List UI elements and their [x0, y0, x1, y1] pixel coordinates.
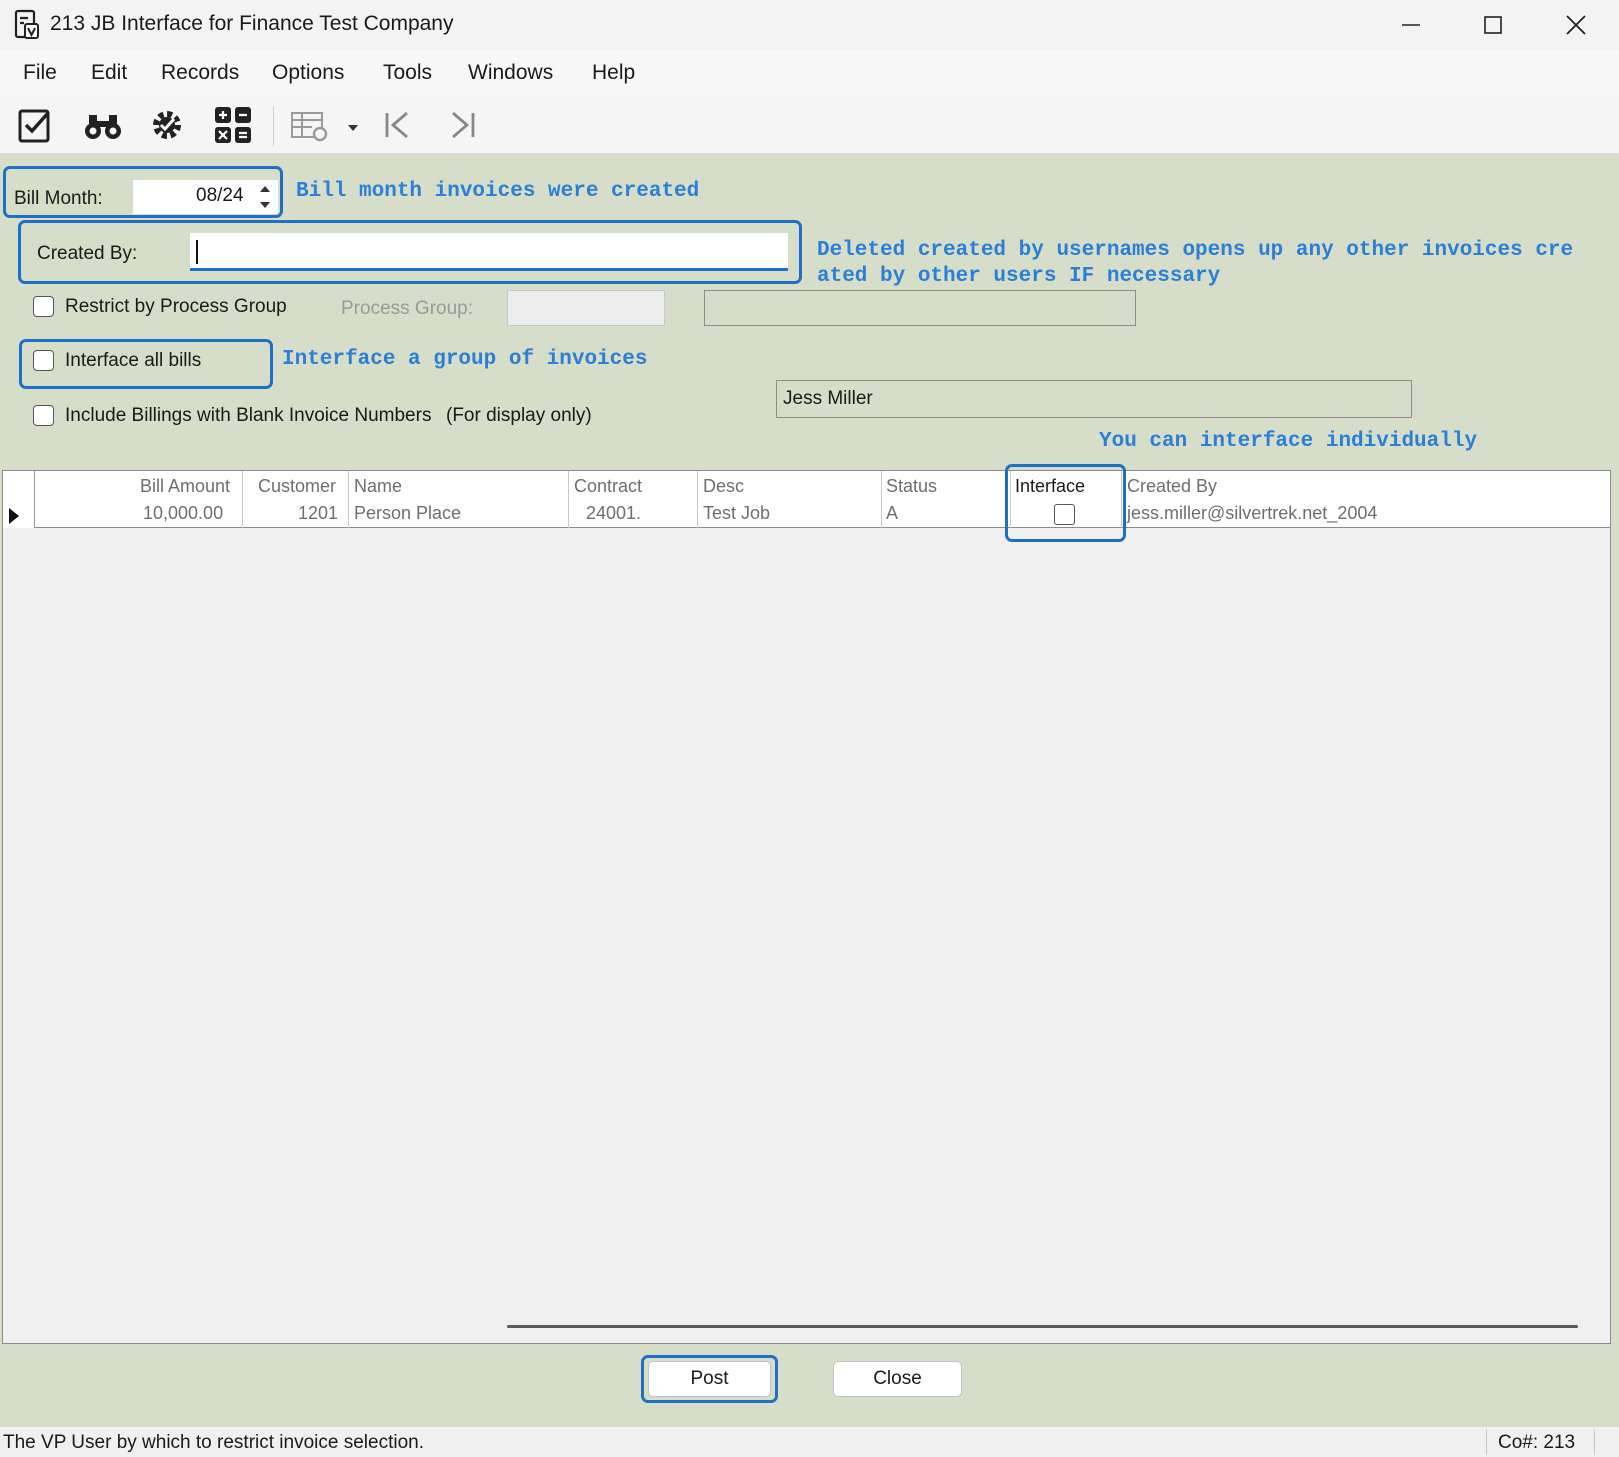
dropdown-arrow-icon[interactable]	[347, 117, 359, 139]
annotation-individual: You can interface individually	[1099, 430, 1478, 453]
settings-gear-icon	[153, 111, 181, 139]
minimize-icon	[1402, 24, 1420, 26]
menu-options[interactable]: Options	[272, 61, 344, 85]
last-record-button[interactable]	[441, 103, 485, 147]
interface-all-label: Interface all bills	[65, 350, 202, 371]
interface-column-highlight	[1005, 464, 1126, 542]
restrict-process-group-label: Restrict by Process Group	[65, 296, 287, 317]
menu-edit[interactable]: Edit	[91, 61, 127, 85]
edit-check-icon	[18, 109, 50, 143]
status-separator	[1486, 1429, 1487, 1455]
cell-status[interactable]: A	[886, 503, 898, 524]
window-title: 213 JB Interface for Finance Test Compan…	[50, 12, 454, 35]
horizontal-scrollbar[interactable]	[507, 1325, 1578, 1328]
include-blank-label: Include Billings with Blank Invoice Numb…	[65, 405, 432, 426]
edit-check-button[interactable]	[15, 103, 59, 147]
status-separator	[1594, 1429, 1595, 1455]
annotation-bill-month: Bill month invoices were created	[296, 180, 700, 203]
grid-col-line	[242, 471, 243, 528]
maximize-icon	[1484, 16, 1502, 34]
last-record-icon	[452, 111, 475, 139]
bill-month-value: 08/24	[196, 185, 244, 206]
binoculars-icon	[85, 115, 121, 139]
col-header-customer[interactable]: Customer	[258, 476, 336, 497]
calculator-button[interactable]	[211, 103, 255, 147]
status-text: The VP User by which to restrict invoice…	[3, 1432, 424, 1453]
cell-created-by[interactable]: jess.miller@silvertrek.net_2004	[1127, 503, 1377, 524]
col-header-bill-amount[interactable]: Bill Amount	[140, 476, 230, 497]
status-company: Co#: 213	[1498, 1432, 1576, 1453]
grid-col-line	[34, 471, 35, 528]
annotation-created-by-line2: ated by other users IF necessary	[817, 265, 1221, 288]
text-cursor	[196, 240, 198, 264]
grid-row-divider	[34, 527, 1610, 528]
cell-name[interactable]: Person Place	[354, 503, 461, 524]
restrict-process-group-checkbox[interactable]	[33, 296, 54, 317]
grid-col-line	[568, 471, 569, 528]
close-icon	[1566, 15, 1586, 35]
first-record-button[interactable]	[375, 103, 419, 147]
created-by-label: Created By:	[37, 243, 138, 264]
close-button[interactable]: Close	[833, 1361, 962, 1397]
interface-all-checkbox[interactable]	[33, 350, 54, 371]
bill-month-spinner[interactable]	[256, 181, 274, 213]
grid-settings-button[interactable]	[287, 103, 331, 147]
created-by-input[interactable]	[190, 233, 788, 271]
process-group-label: Process Group:	[341, 298, 473, 319]
annotation-interface-all: Interface a group of invoices	[282, 348, 648, 371]
cell-contract[interactable]: 24001.	[586, 503, 641, 524]
process-group-input	[507, 290, 665, 326]
settings-button[interactable]	[145, 103, 189, 147]
col-header-created-by[interactable]: Created By	[1127, 476, 1217, 497]
col-header-desc[interactable]: Desc	[703, 476, 744, 497]
process-group-description	[704, 290, 1136, 326]
user-display-text: Jess Miller	[783, 388, 873, 409]
annotation-created-by-line1: Deleted created by usernames opens up an…	[817, 239, 1574, 262]
row-selector-icon	[8, 507, 20, 531]
bill-month-label: Bill Month:	[14, 188, 103, 209]
include-blank-checkbox[interactable]	[33, 405, 54, 426]
calculator-icon	[215, 107, 251, 143]
col-header-name[interactable]: Name	[354, 476, 402, 497]
menu-records[interactable]: Records	[161, 61, 239, 85]
toolbar-separator	[273, 106, 274, 146]
menu-bar	[0, 50, 1619, 96]
close-window-button[interactable]	[1535, 0, 1617, 50]
menu-tools[interactable]: Tools	[383, 61, 432, 85]
grid-col-line	[881, 471, 882, 528]
app-icon	[14, 9, 40, 41]
menu-windows[interactable]: Windows	[468, 61, 553, 85]
minimize-button[interactable]	[1370, 0, 1452, 50]
grid-col-line	[697, 471, 698, 528]
grid-col-line	[348, 471, 349, 528]
col-header-status[interactable]: Status	[886, 476, 937, 497]
menu-help[interactable]: Help	[592, 61, 635, 85]
post-button[interactable]: Post	[648, 1361, 771, 1397]
cell-customer[interactable]: 1201	[298, 503, 338, 524]
cell-desc[interactable]: Test Job	[703, 503, 770, 524]
find-button[interactable]	[81, 103, 125, 147]
include-blank-note: (For display only)	[446, 405, 592, 426]
menu-file[interactable]: File	[23, 61, 57, 85]
grid-settings-icon	[291, 112, 328, 142]
billing-grid[interactable]	[2, 470, 1611, 1344]
cell-bill-amount[interactable]: 10,000.00	[143, 503, 223, 524]
first-record-icon	[385, 111, 408, 139]
col-header-contract[interactable]: Contract	[574, 476, 642, 497]
maximize-button[interactable]	[1452, 0, 1534, 50]
